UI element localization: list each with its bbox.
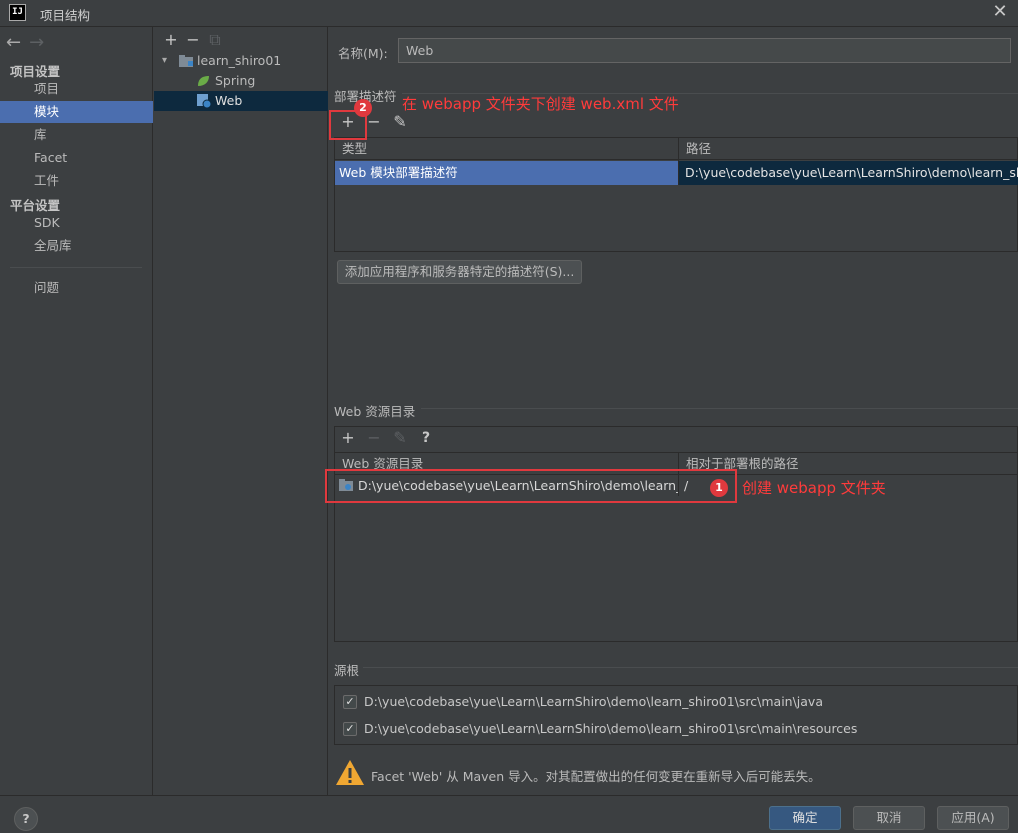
add-server-descriptor-button[interactable]: 添加应用程序和服务器特定的描述符(S)... xyxy=(337,260,582,284)
tree-node-label: Spring xyxy=(215,73,256,88)
section-divider xyxy=(363,667,1018,668)
nav-item-artifacts[interactable]: 工件 xyxy=(0,170,153,192)
spring-leaf-icon xyxy=(198,76,209,86)
help-button[interactable]: ? xyxy=(14,807,38,831)
nav-item-sdk[interactable]: SDK xyxy=(0,212,153,234)
title-bar xyxy=(0,0,1018,27)
annotation-badge-step2: 2 xyxy=(354,99,372,117)
forward-arrow-icon: → xyxy=(29,32,45,53)
annotation-text-step1: 创建 webapp 文件夹 xyxy=(742,479,886,497)
tree-node-module[interactable]: ▾ learn_shiro01 xyxy=(154,51,328,71)
remove-web-resource-button: − xyxy=(367,428,381,447)
chevron-down-icon[interactable]: ▾ xyxy=(162,51,167,71)
edit-pencil-icon: ✎ xyxy=(393,428,407,447)
window-title: 项目结构 xyxy=(40,8,91,23)
copy-icon: ⧉ xyxy=(209,30,221,49)
nav-item-libraries[interactable]: 库 xyxy=(0,124,153,146)
close-icon[interactable]: ✕ xyxy=(990,2,1010,22)
tree-node-spring[interactable]: Spring xyxy=(154,71,328,91)
warning-icon xyxy=(336,760,364,785)
add-web-resource-button[interactable]: + xyxy=(338,428,358,448)
apply-button[interactable]: 应用(A) xyxy=(937,806,1009,830)
tree-node-label: learn_shiro01 xyxy=(197,53,282,68)
source-root-checkbox[interactable]: ✓ xyxy=(343,695,357,709)
edit-pencil-icon[interactable]: ✎ xyxy=(390,112,410,132)
tree-node-web[interactable]: Web xyxy=(154,91,328,111)
add-icon[interactable]: + xyxy=(160,30,182,49)
descriptor-type-cell[interactable]: Web 模块部署描述符 xyxy=(335,161,678,185)
ok-button[interactable]: 确定 xyxy=(769,806,841,830)
cancel-button[interactable]: 取消 xyxy=(853,806,925,830)
column-header-path[interactable]: 路径 xyxy=(679,138,1018,160)
nav-history: ← → xyxy=(6,32,52,53)
name-field[interactable] xyxy=(398,38,1011,63)
nav-item-problems[interactable]: 问题 xyxy=(0,277,153,299)
annotation-text-step2: 在 webapp 文件夹下创建 web.xml 文件 xyxy=(402,95,679,113)
nav-divider xyxy=(10,267,142,268)
source-root-path: D:\yue\codebase\yue\Learn\LearnShiro\dem… xyxy=(364,694,823,709)
help-question-icon[interactable]: ? xyxy=(416,428,436,448)
nav-item-modules[interactable]: 模块 xyxy=(0,101,153,123)
descriptor-path-cell[interactable]: D:\yue\codebase\yue\Learn\LearnShiro\dem… xyxy=(679,161,1018,185)
nav-item-global-libraries[interactable]: 全局库 xyxy=(0,235,153,257)
nav-item-project[interactable]: 项目 xyxy=(0,78,153,100)
source-roots-title: 源根 xyxy=(334,663,360,678)
back-arrow-icon[interactable]: ← xyxy=(6,32,21,53)
resource-root-path: D:\yue\codebase\yue\Learn\LearnShiro\dem… xyxy=(364,721,858,736)
module-folder-icon xyxy=(179,55,193,67)
intellij-app-icon: IJ xyxy=(9,4,26,21)
column-header-type[interactable]: 类型 xyxy=(335,138,678,160)
remove-icon[interactable]: − xyxy=(182,30,204,49)
annotation-box-step1 xyxy=(325,469,737,503)
nav-item-facets[interactable]: Facet xyxy=(0,147,153,169)
module-tree-panel xyxy=(154,27,328,795)
maven-import-warning: Facet 'Web' 从 Maven 导入。对其配置做出的任何变更在重新导入后… xyxy=(371,769,821,784)
web-facet-icon xyxy=(197,94,211,108)
resource-root-checkbox[interactable]: ✓ xyxy=(343,722,357,736)
section-divider xyxy=(421,408,1018,409)
tree-toolbar: + − ⧉ xyxy=(160,30,226,50)
name-label: 名称(M): xyxy=(338,46,388,61)
annotation-badge-step1: 1 xyxy=(710,479,728,497)
tree-node-label: Web xyxy=(215,93,243,108)
web-resources-title: Web 资源目录 xyxy=(334,404,416,419)
